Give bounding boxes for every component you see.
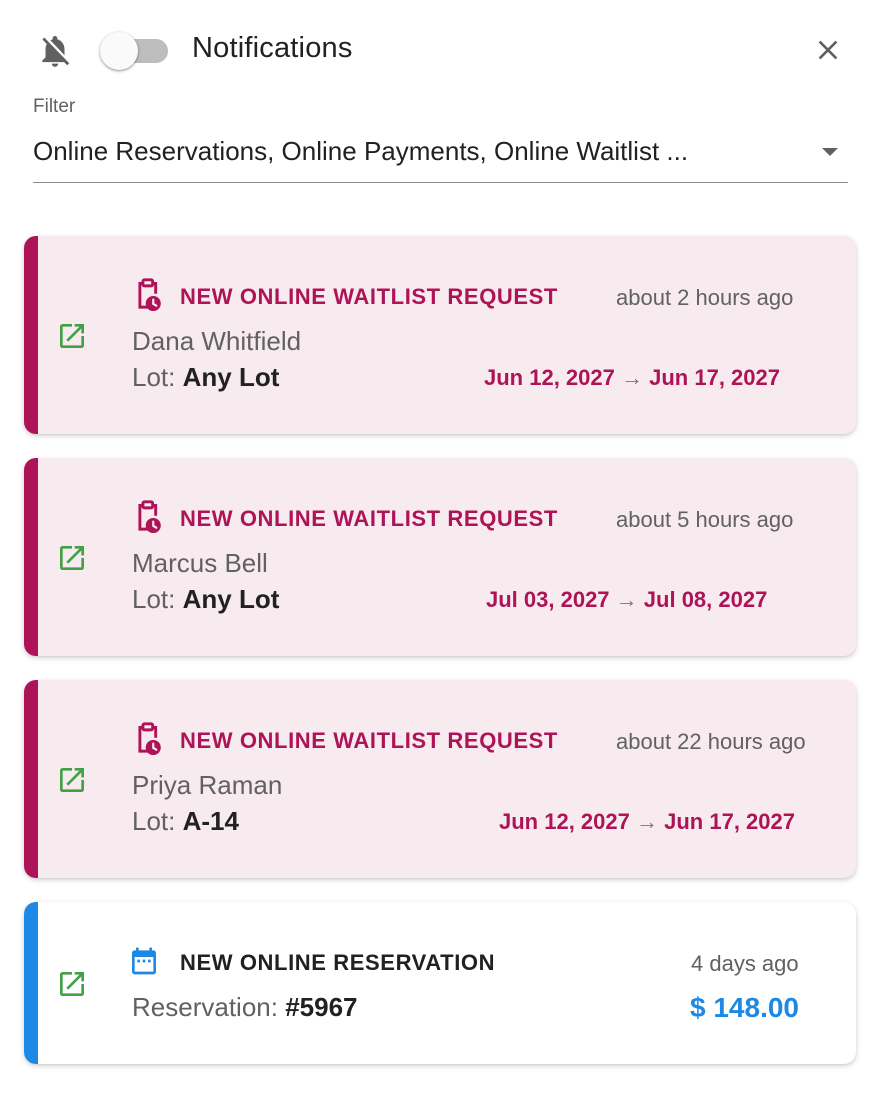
open-in-new-icon[interactable] (56, 320, 88, 352)
date-to: Jun 17, 2027 (649, 365, 780, 390)
filter-select[interactable]: Filter Online Reservations, Online Payme… (33, 96, 848, 184)
waitlist-clock-icon (138, 722, 161, 756)
arrow-icon: → (621, 365, 643, 390)
notification-card[interactable]: NEW ONLINE WAITLIST REQUEST about 5 hour… (24, 458, 856, 656)
guest-name: Marcus Bell (132, 548, 268, 578)
date-from: Jun 12, 2027 (499, 809, 630, 834)
filter-underline (33, 182, 848, 183)
notification-type: NEW ONLINE WAITLIST REQUEST (180, 284, 558, 309)
notification-type: NEW ONLINE RESERVATION (180, 950, 496, 975)
notification-time: 4 days ago (691, 951, 799, 976)
notification-time: about 22 hours ago (616, 729, 806, 754)
date-to: Jul 08, 2027 (643, 587, 768, 612)
date-from: Jul 03, 2027 (486, 587, 610, 612)
card-accent-bar (24, 902, 38, 1064)
lot-label: Lot: (132, 806, 176, 836)
notification-card[interactable]: NEW ONLINE WAITLIST REQUEST about 2 hour… (24, 236, 856, 434)
calendar-icon (132, 947, 156, 975)
open-in-new-icon[interactable] (56, 968, 88, 1000)
notification-card[interactable]: NEW ONLINE RESERVATION 4 days ago Reserv… (24, 902, 856, 1064)
lot-value: A-14 (182, 806, 239, 836)
toggle-thumb[interactable] (100, 32, 138, 70)
notification-type: NEW ONLINE WAITLIST REQUEST (180, 728, 558, 753)
waitlist-clock-icon (138, 500, 161, 534)
date-to: Jun 17, 2027 (664, 809, 795, 834)
reservation-number: #5967 (285, 992, 358, 1022)
page-title: Notifications (192, 32, 353, 64)
notification-card[interactable]: NEW ONLINE WAITLIST REQUEST about 22 hou… (24, 680, 856, 878)
lot-value: Any Lot (182, 584, 280, 614)
lot-label: Lot: (132, 362, 176, 392)
card-accent-bar (24, 458, 38, 656)
reservation-label: Reservation: (132, 992, 278, 1022)
card-accent-bar (24, 236, 38, 434)
date-range: Jun 12, 2027 → Jun 17, 2027 (484, 365, 780, 391)
open-in-new-icon[interactable] (56, 764, 88, 796)
date-from: Jun 12, 2027 (484, 365, 615, 390)
reservation-amount: $ 148.00 (690, 992, 799, 1023)
notification-type: NEW ONLINE WAITLIST REQUEST (180, 506, 558, 531)
bell-off-icon (42, 35, 70, 67)
date-range: Jun 12, 2027 → Jun 17, 2027 (499, 809, 795, 835)
filter-value[interactable]: Online Reservations, Online Payments, On… (33, 136, 688, 167)
guest-name: Dana Whitfield (132, 326, 302, 356)
chevron-down-icon[interactable] (822, 148, 838, 156)
open-in-new-icon[interactable] (56, 542, 88, 574)
close-icon[interactable] (812, 34, 844, 66)
lot-value: Any Lot (182, 362, 280, 392)
reservation-info: Reservation: #5967 (132, 992, 358, 1023)
lot-info: Lot: Any Lot (132, 584, 279, 615)
lot-label: Lot: (132, 584, 176, 614)
lot-info: Lot: Any Lot (132, 362, 279, 393)
notification-time: about 5 hours ago (616, 507, 794, 532)
arrow-icon: → (636, 809, 658, 834)
card-accent-bar (24, 680, 38, 878)
filter-label: Filter (33, 96, 76, 117)
notification-time: about 2 hours ago (616, 285, 794, 310)
notifications-header: Notifications (0, 0, 880, 100)
lot-info: Lot: A-14 (132, 806, 239, 837)
notifications-toggle[interactable] (100, 32, 168, 70)
guest-name: Priya Raman (132, 770, 283, 800)
date-range: Jul 03, 2027 → Jul 08, 2027 (486, 587, 767, 613)
arrow-icon: → (615, 587, 638, 612)
waitlist-clock-icon (138, 278, 161, 312)
